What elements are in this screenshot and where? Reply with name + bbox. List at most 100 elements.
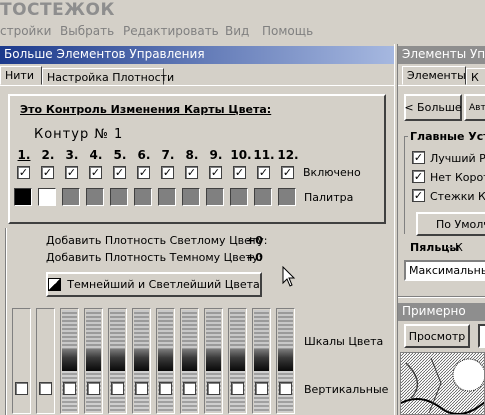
stitches-label: Стежки Ко <box>430 190 485 203</box>
menu-bar: стройки Выбрать Редактировать Вид Помощь <box>0 22 485 42</box>
color-number-8: 8. <box>185 148 199 162</box>
color-scale-4[interactable] <box>84 308 103 414</box>
view-button[interactable]: Просмотр <box>404 324 470 348</box>
contrast-icon <box>48 278 62 291</box>
palette-swatch-3[interactable] <box>62 188 80 206</box>
best-route-label: Лучший Ра <box>430 152 485 165</box>
enabled-checkbox-6[interactable]: ✓ <box>137 166 150 179</box>
vertical-checkbox-3[interactable] <box>63 382 76 395</box>
palette-swatch-9[interactable] <box>206 188 224 206</box>
app-title: ТОСТЕЖОК <box>0 0 115 20</box>
enabled-checkbox-2[interactable]: ✓ <box>41 166 54 179</box>
enabled-checkbox-11[interactable]: ✓ <box>257 166 270 179</box>
menu-settings[interactable]: стройки <box>0 24 51 38</box>
palette-swatch-10[interactable] <box>230 188 248 206</box>
palette-swatch-2[interactable] <box>38 188 56 206</box>
color-scale-2[interactable] <box>36 308 55 414</box>
vertical-checkbox-6[interactable] <box>135 382 148 395</box>
menu-view[interactable]: Вид <box>225 24 249 38</box>
color-scale-5[interactable] <box>108 308 127 414</box>
vertical-checkbox-11[interactable] <box>255 382 268 395</box>
vertical-checkbox-4[interactable] <box>87 382 100 395</box>
no-short-label: Нет Коротк <box>430 171 485 184</box>
palette-swatch-1[interactable] <box>14 188 32 206</box>
palette-swatch-12[interactable] <box>278 188 296 206</box>
enabled-checkbox-7[interactable]: ✓ <box>161 166 174 179</box>
tab-density-settings[interactable]: Настройка Плотности <box>42 68 174 85</box>
auto-button[interactable]: Авто <box>464 94 485 121</box>
enabled-checkbox-5[interactable]: ✓ <box>113 166 126 179</box>
right-panel-splitter[interactable] <box>398 296 485 298</box>
color-scale-10[interactable] <box>228 308 247 414</box>
color-number-10: 10. <box>230 148 252 162</box>
color-number-6: 6. <box>137 148 151 162</box>
color-scale-7[interactable] <box>156 308 175 414</box>
palette-swatch-7[interactable] <box>158 188 176 206</box>
color-number-4: 4. <box>89 148 103 162</box>
vertical-checkbox-1[interactable] <box>15 382 28 395</box>
tab-threads[interactable]: Нити <box>0 66 42 85</box>
panel-splitter[interactable] <box>394 44 398 415</box>
color-number-9: 9. <box>209 148 223 162</box>
color-scale-1[interactable] <box>12 308 31 414</box>
palette-swatch-5[interactable] <box>110 188 128 206</box>
color-number-1: 1. <box>17 148 31 162</box>
palette-swatch-11[interactable] <box>254 188 272 206</box>
enabled-checkbox-8[interactable]: ✓ <box>185 166 198 179</box>
enabled-checkbox-3[interactable]: ✓ <box>65 166 78 179</box>
menu-edit[interactable]: Редактировать <box>123 24 219 38</box>
enabled-checkbox-1[interactable]: ✓ <box>17 166 30 179</box>
color-number-2: 2. <box>41 148 55 162</box>
vertical-checkbox-2[interactable] <box>39 382 52 395</box>
right-panel-title: Элементы Упр <box>398 46 485 64</box>
tab-k[interactable]: К <box>466 68 485 85</box>
add-density-light-value: +0 <box>246 234 263 247</box>
enabled-checkbox-4[interactable]: ✓ <box>89 166 102 179</box>
lower-area-divider <box>5 228 7 415</box>
enabled-checkbox-12[interactable]: ✓ <box>281 166 294 179</box>
stitches-checkbox[interactable]: ✓ <box>412 189 425 202</box>
color-scale-11[interactable] <box>252 308 271 414</box>
vertical-checkbox-5[interactable] <box>111 382 124 395</box>
default-button[interactable]: По Умолч <box>416 212 485 236</box>
enabled-checkbox-10[interactable]: ✓ <box>233 166 246 179</box>
menu-help[interactable]: Помощь <box>262 24 313 38</box>
color-scale-3[interactable] <box>60 308 79 414</box>
color-scale-12[interactable] <box>276 308 295 414</box>
color-scale-6[interactable] <box>132 308 151 414</box>
menu-select[interactable]: Выбрать <box>60 24 114 38</box>
preview-option-box[interactable] <box>478 324 485 348</box>
darkest-lightest-button[interactable]: Темнейший и Светлейший Цвета <box>46 272 262 297</box>
hoops-extra-label: К <box>455 241 463 254</box>
vertical-checkbox-12[interactable] <box>279 382 292 395</box>
best-route-checkbox[interactable]: ✓ <box>412 151 425 164</box>
palette-swatch-8[interactable] <box>182 188 200 206</box>
hoops-select[interactable]: Максимальны <box>404 260 485 281</box>
add-density-light-label: Добавить Плотность Светлому Цвету: <box>46 234 268 247</box>
vertical-checkbox-8[interactable] <box>183 382 196 395</box>
mouse-cursor-icon <box>282 266 296 287</box>
main-settings-label: Главные Уст <box>410 130 485 143</box>
color-scales-label: Шкалы Цвета <box>304 335 384 348</box>
color-number-12: 12. <box>277 148 299 162</box>
add-density-dark-value: +0 <box>246 251 263 264</box>
vertical-checkbox-10[interactable] <box>231 382 244 395</box>
color-number-3: 3. <box>65 148 79 162</box>
no-short-checkbox[interactable]: ✓ <box>412 170 425 183</box>
more-button[interactable]: < Больше <box>404 94 462 121</box>
contour-label: Контур № 1 <box>34 127 124 142</box>
preview-canvas[interactable] <box>400 352 485 415</box>
hoops-select-value: Максимальны <box>409 264 485 277</box>
palette-swatch-4[interactable] <box>86 188 104 206</box>
enabled-label: Включено <box>303 166 361 179</box>
left-panel-title: Больше Элементов Управления <box>0 46 394 64</box>
color-scale-8[interactable] <box>180 308 199 414</box>
palette-label: Палитра <box>304 191 354 204</box>
tab-elements[interactable]: Элементы <box>402 66 466 85</box>
enabled-checkbox-9[interactable]: ✓ <box>209 166 222 179</box>
color-number-5: 5. <box>113 148 127 162</box>
palette-swatch-6[interactable] <box>134 188 152 206</box>
vertical-checkbox-9[interactable] <box>207 382 220 395</box>
color-scale-9[interactable] <box>204 308 223 414</box>
vertical-checkbox-7[interactable] <box>159 382 172 395</box>
